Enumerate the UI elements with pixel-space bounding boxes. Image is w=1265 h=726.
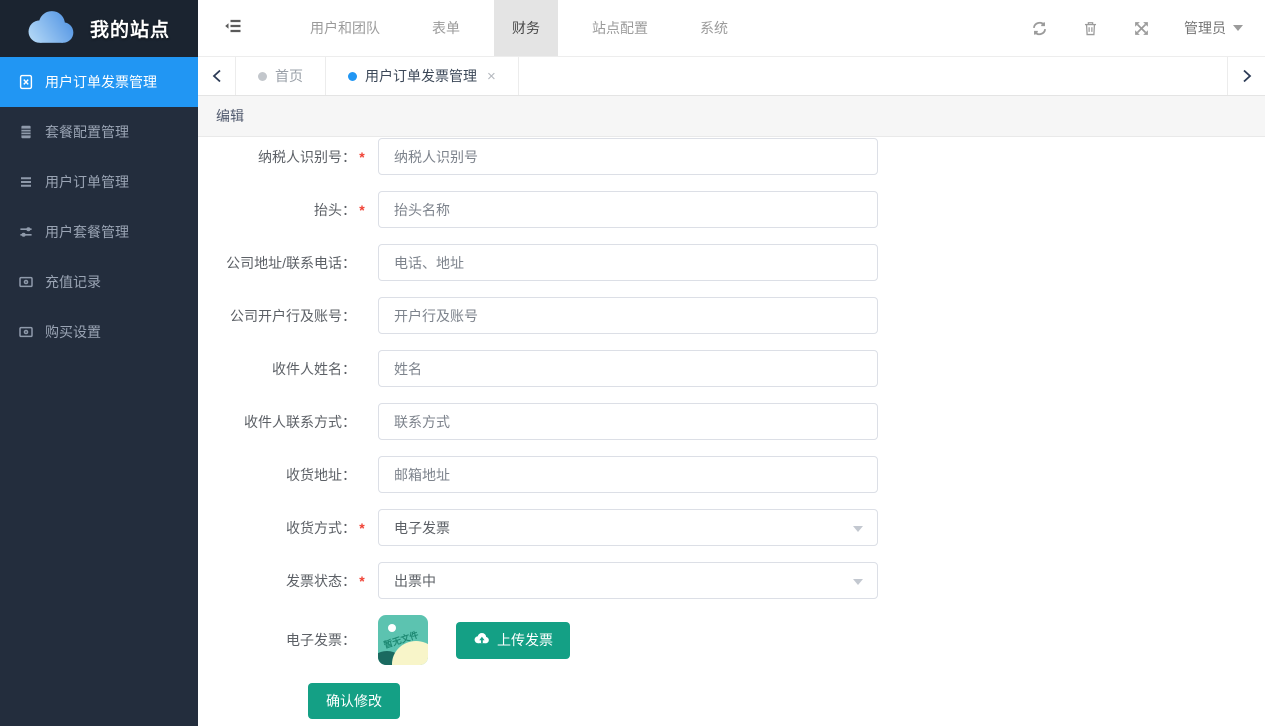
sidebar-item-recharge-record[interactable]: 充值记录 <box>0 257 198 307</box>
sidebar-item-user-order[interactable]: 用户订单管理 <box>0 157 198 207</box>
field-label: 电子发票： <box>198 630 368 650</box>
chevron-down-icon <box>853 579 863 585</box>
nav-tab-system[interactable]: 系统 <box>682 0 746 56</box>
tab-user-order-invoice[interactable]: 用户订单发票管理 × <box>326 57 519 95</box>
sidebar-item-user-order-invoice[interactable]: 用户订单发票管理 <box>0 57 198 107</box>
sidebar-item-package-config[interactable]: 套餐配置管理 <box>0 107 198 157</box>
tab-scroll-right-button[interactable] <box>1227 57 1265 95</box>
nav-tab-finance[interactable]: 财务 <box>494 0 558 56</box>
nav-tab-users-teams[interactable]: 用户和团队 <box>292 0 398 56</box>
list-icon <box>18 174 34 190</box>
sidebar-item-label: 用户订单管理 <box>45 172 129 192</box>
sidebar-item-purchase-settings[interactable]: 购买设置 <box>0 307 198 357</box>
form-row-taxpayer-id: 纳税人识别号：* <box>198 138 1265 175</box>
sidebar-item-label: 用户订单发票管理 <box>45 72 157 92</box>
field-label: 公司开户行及账号： <box>198 306 368 326</box>
form-row-delivery-method: 收货方式：* 电子发票 <box>198 509 1265 546</box>
cloud-logo-icon <box>22 6 78 51</box>
nav-tab-forms[interactable]: 表单 <box>414 0 478 56</box>
tab-scroll-left-button[interactable] <box>198 57 236 95</box>
invoice-placeholder-image[interactable]: 暂无文件 <box>378 615 428 665</box>
recipient-contact-input[interactable] <box>378 403 878 440</box>
chevron-down-icon <box>1233 25 1243 31</box>
tab-home[interactable]: 首页 <box>236 57 326 95</box>
field-label: 收件人姓名： <box>198 359 368 379</box>
invoice-file-icon <box>18 74 34 90</box>
page-tab-bar: 首页 用户订单发票管理 × <box>198 57 1265 96</box>
field-label: 抬头：* <box>198 200 368 220</box>
upload-invoice-button[interactable]: 上传发票 <box>456 622 570 659</box>
field-label: 收货方式：* <box>198 518 368 538</box>
section-title: 编辑 <box>216 106 244 126</box>
decorative-dot <box>388 624 396 632</box>
sidebar-item-user-package[interactable]: 用户套餐管理 <box>0 207 198 257</box>
tab-status-dot <box>258 72 267 81</box>
edit-form: 纳税人识别号：* 抬头：* 公司地址/联系电话： 公司开户行及账号： 收件人姓名… <box>198 137 1265 726</box>
company-bank-account-input[interactable] <box>378 297 878 334</box>
refresh-icon[interactable] <box>1031 20 1048 37</box>
field-label: 发票状态：* <box>198 571 368 591</box>
delivery-method-select[interactable]: 电子发票 <box>378 509 878 546</box>
submit-row: 确认修改 <box>308 683 1265 719</box>
package-icon <box>18 124 34 140</box>
top-header: 用户和团队 表单 财务 站点配置 系统 <box>198 0 1265 57</box>
sidebar-collapse-button[interactable] <box>198 0 268 56</box>
sidebar-item-label: 用户套餐管理 <box>45 222 129 242</box>
sidebar-item-label: 购买设置 <box>45 322 101 342</box>
site-name: 我的站点 <box>90 15 170 42</box>
invoice-status-select[interactable]: 出票中 <box>378 562 878 599</box>
sidebar-item-label: 充值记录 <box>45 272 101 292</box>
invoice-title-input[interactable] <box>378 191 878 228</box>
admin-label: 管理员 <box>1184 18 1226 38</box>
header-actions: 管理员 <box>1031 0 1265 56</box>
upload-button-label: 上传发票 <box>497 630 553 650</box>
tab-label: 用户订单发票管理 <box>365 66 477 86</box>
sidebar: 我的站点 用户订单发票管理 套餐配置管理 用户订单管理 <box>0 0 198 726</box>
form-row-company-address-phone: 公司地址/联系电话： <box>198 244 1265 281</box>
tab-label: 首页 <box>275 66 303 86</box>
chevron-down-icon <box>853 526 863 532</box>
money-icon <box>18 324 34 340</box>
field-label: 收件人联系方式： <box>198 412 368 432</box>
form-row-invoice-title: 抬头：* <box>198 191 1265 228</box>
select-value: 出票中 <box>394 571 436 591</box>
select-value: 电子发票 <box>394 518 450 538</box>
close-icon[interactable]: × <box>487 68 496 85</box>
menu-fold-icon <box>224 18 242 39</box>
top-nav: 用户和团队 表单 财务 站点配置 系统 <box>284 0 754 56</box>
money-icon <box>18 274 34 290</box>
cloud-upload-icon <box>473 630 490 650</box>
site-logo: 我的站点 <box>0 0 198 57</box>
recipient-name-input[interactable] <box>378 350 878 387</box>
nav-tab-site-config[interactable]: 站点配置 <box>574 0 666 56</box>
form-row-company-bank-account: 公司开户行及账号： <box>198 297 1265 334</box>
form-row-invoice-status: 发票状态：* 出票中 <box>198 562 1265 599</box>
field-label: 收货地址： <box>198 465 368 485</box>
company-address-phone-input[interactable] <box>378 244 878 281</box>
sidebar-item-label: 套餐配置管理 <box>45 122 129 142</box>
tab-status-dot <box>348 72 357 81</box>
fullscreen-icon[interactable] <box>1133 20 1150 37</box>
trash-icon[interactable] <box>1082 20 1099 37</box>
field-label: 纳税人识别号：* <box>198 147 368 167</box>
admin-menu[interactable]: 管理员 <box>1184 18 1243 38</box>
delivery-address-input[interactable] <box>378 456 878 493</box>
form-row-delivery-address: 收货地址： <box>198 456 1265 493</box>
taxpayer-id-input[interactable] <box>378 138 878 175</box>
sliders-icon <box>18 224 34 240</box>
field-label: 公司地址/联系电话： <box>198 253 368 273</box>
section-header: 编辑 <box>198 96 1265 137</box>
confirm-modify-button[interactable]: 确认修改 <box>308 683 400 719</box>
form-row-recipient-name: 收件人姓名： <box>198 350 1265 387</box>
form-row-recipient-contact: 收件人联系方式： <box>198 403 1265 440</box>
form-row-e-invoice: 电子发票： 暂无文件 上传发票 <box>198 615 1265 665</box>
